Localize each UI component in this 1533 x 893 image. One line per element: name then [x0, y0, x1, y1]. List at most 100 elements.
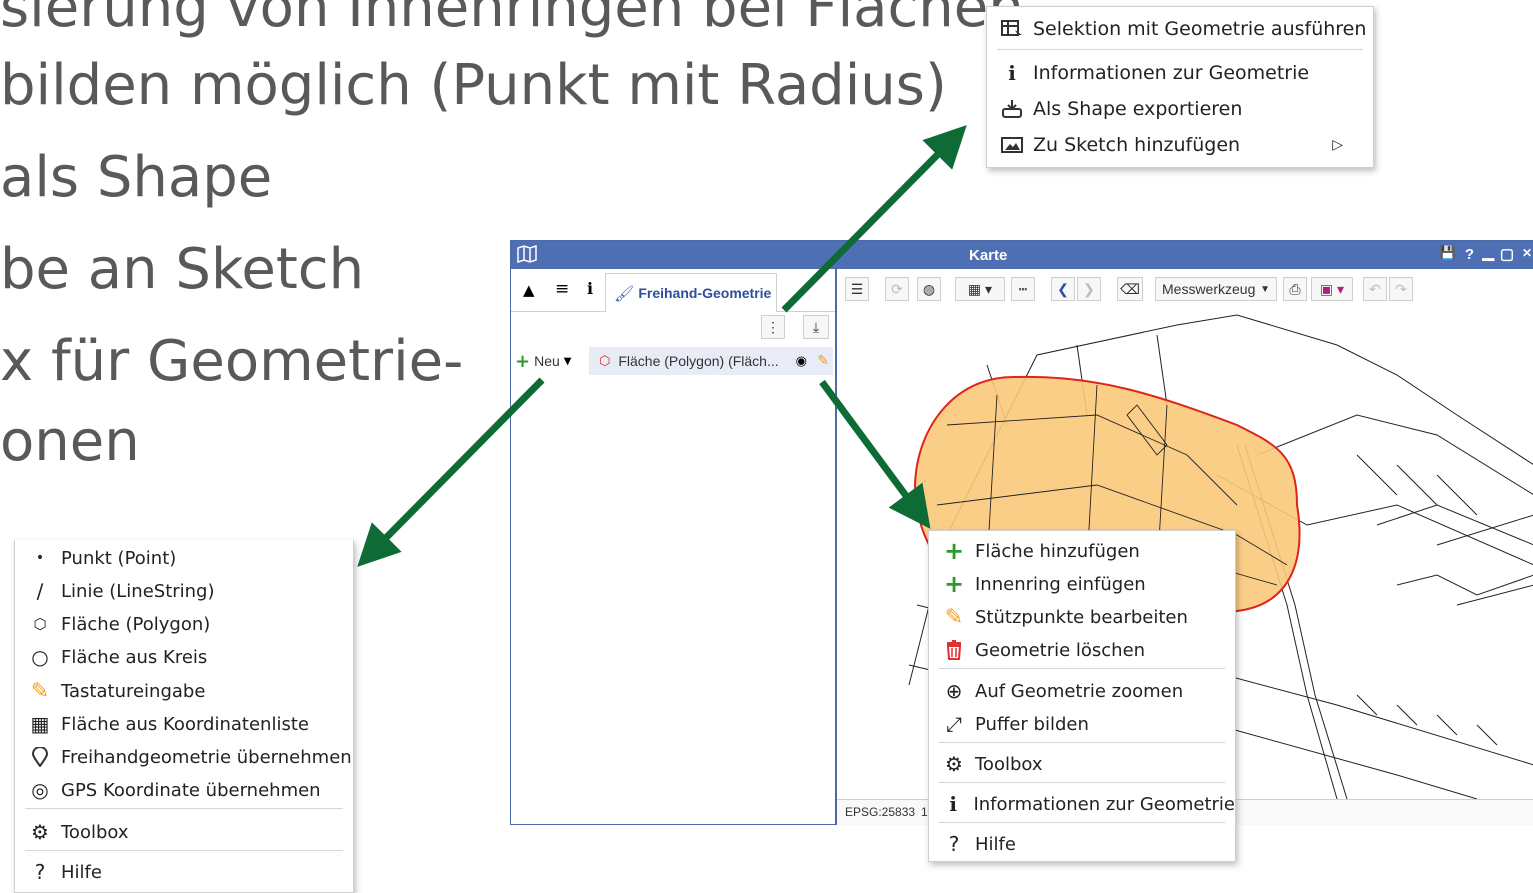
- layer-item-label: Fläche (Polygon) (Fläch...: [618, 353, 779, 369]
- eye-icon[interactable]: ◉: [796, 354, 807, 369]
- menu-item-selection-with-geometry[interactable]: Selektion mit Geometrie ausführen: [987, 13, 1373, 45]
- zoom-in-icon: ⊕: [945, 679, 963, 703]
- menu-item-label: GPS Koordinate übernehmen: [61, 779, 321, 801]
- table-icon: ▦: [30, 712, 50, 736]
- menu-item-point[interactable]: • Punkt (Point): [15, 542, 353, 574]
- gps-icon: ◎: [31, 778, 49, 802]
- menu-item-delete-geometry[interactable]: Geometrie löschen: [929, 634, 1235, 666]
- select-table-button[interactable]: ▦ ▾: [955, 277, 1005, 301]
- plus-icon: +: [943, 570, 965, 598]
- layers-list-button[interactable]: ☰: [845, 277, 869, 301]
- menu-item-coordinate-list[interactable]: ▦ Fläche aus Koordinatenliste: [15, 708, 353, 740]
- info-icon: i: [1008, 61, 1016, 85]
- tab-freehand-geometry[interactable]: 🖌 Freihand-Geometrie: [605, 273, 777, 312]
- info-icon[interactable]: i: [587, 279, 593, 298]
- menu-item-toolbox[interactable]: ⚙ Toolbox: [929, 748, 1235, 780]
- print-button[interactable]: ⎙: [1283, 277, 1307, 301]
- left-panel: ▲ ≡ i 🖌 Freihand-Geometrie ⋮ ⤓ + Neu ▼ ⬡…: [511, 269, 837, 824]
- plus-icon: +: [515, 350, 531, 372]
- menu-item-label: Fläche aus Koordinatenliste: [61, 713, 309, 735]
- menu-item-circle-area[interactable]: ○ Fläche aus Kreis: [15, 641, 353, 673]
- close-icon[interactable]: ✕: [1522, 246, 1532, 260]
- list-icon[interactable]: ≡: [555, 279, 569, 299]
- minimize-icon[interactable]: ▁: [1482, 243, 1494, 261]
- menu-item-zoom-to-geometry[interactable]: ⊕ Auf Geometrie zoomen: [929, 675, 1235, 707]
- panel-tabs: ▲ ≡ i 🖌 Freihand-Geometrie: [511, 269, 835, 312]
- menu-item-polygon[interactable]: ⬡ Fläche (Polygon): [15, 608, 353, 640]
- download-button[interactable]: ⤓: [803, 315, 829, 339]
- title-bar: Karte 💾 ? ▁ ▢ ✕: [511, 241, 1533, 269]
- new-geometry-button[interactable]: + Neu ▼: [515, 349, 571, 373]
- trash-icon: [939, 640, 969, 660]
- menu-item-keyboard-input[interactable]: ✎ Tastatureingabe: [15, 675, 353, 707]
- menu-item-gps-coordinate[interactable]: ◎ GPS Koordinate übernehmen: [15, 774, 353, 806]
- line-dash-button[interactable]: ┅: [1011, 277, 1035, 301]
- menu-item-geometry-info[interactable]: i Informationen zur Geometrie: [929, 788, 1235, 820]
- line-icon: ∕: [36, 579, 44, 603]
- layer-item-polygon[interactable]: ⬡ Fläche (Polygon) (Fläch... ◉ ✎: [589, 347, 833, 375]
- save-window-icon[interactable]: 💾: [1440, 245, 1456, 261]
- plus-icon: +: [943, 537, 965, 565]
- eraser-button[interactable]: ⌫: [1117, 277, 1143, 301]
- menu-item-label: Fläche (Polygon): [61, 613, 211, 635]
- menu-item-label: Zu Sketch hinzufügen: [1033, 134, 1241, 156]
- slide-bullet-2: bilden möglich (Punkt mit Radius): [0, 53, 947, 118]
- measure-tool-select[interactable]: Messwerkzeug ▼: [1155, 277, 1277, 301]
- menu-item-help[interactable]: ? Hilfe: [929, 828, 1235, 860]
- maximize-icon[interactable]: ▢: [1500, 245, 1514, 263]
- menu-item-freehand-geometry[interactable]: Freihandgeometrie übernehmen: [15, 741, 353, 773]
- slide-bullet-5: x für Geometrie-: [0, 329, 464, 394]
- menu-item-buffer[interactable]: ⤢ Puffer bilden: [929, 708, 1235, 740]
- redo-button[interactable]: ↷: [1389, 277, 1413, 301]
- submenu-arrow-icon: ▷: [1332, 137, 1343, 153]
- expand-icon: ⤢: [946, 712, 962, 736]
- slide-bullet-4: be an Sketch: [0, 237, 365, 302]
- undo-button[interactable]: ↶: [1363, 277, 1387, 301]
- top-context-menu: Selektion mit Geometrie ausführen i Info…: [986, 6, 1374, 168]
- scale-label: 1: [921, 805, 928, 819]
- menu-item-toolbox[interactable]: ⚙ Toolbox: [15, 816, 353, 848]
- forward-button[interactable]: ❯: [1077, 277, 1101, 301]
- globe-button[interactable]: ◍: [917, 277, 941, 301]
- menu-item-help[interactable]: ? Hilfe: [15, 856, 353, 888]
- info-icon: i: [949, 792, 958, 816]
- map-pin-icon: [25, 747, 55, 767]
- menu-item-label: Linie (LineString): [61, 580, 215, 602]
- layer-row: + Neu ▼ ⬡ Fläche (Polygon) (Fläch... ◉ ✎: [511, 347, 835, 375]
- menu-item-label: Freihandgeometrie übernehmen: [61, 746, 352, 768]
- menu-item-label: Hilfe: [975, 833, 1016, 855]
- more-options-button[interactable]: ⋮: [761, 315, 785, 339]
- slide-bullet-6: onen: [0, 409, 140, 474]
- back-button[interactable]: ❮: [1051, 277, 1075, 301]
- menu-item-label: Punkt (Point): [61, 547, 177, 569]
- save-map-button[interactable]: ▣ ▾: [1311, 277, 1353, 301]
- menu-item-linestring[interactable]: ∕ Linie (LineString): [15, 575, 353, 607]
- polygon-icon: ⬡: [599, 353, 611, 369]
- window-title: Karte: [969, 247, 1008, 264]
- gears-icon: ⚙: [945, 752, 963, 776]
- menu-item-label: Geometrie löschen: [975, 639, 1146, 661]
- menu-item-label: Selektion mit Geometrie ausführen: [1033, 18, 1367, 40]
- export-shape-icon: [997, 99, 1027, 119]
- menu-item-geometry-info[interactable]: i Informationen zur Geometrie: [987, 57, 1373, 89]
- menu-item-edit-vertices[interactable]: ✎ Stützpunkte bearbeiten: [929, 601, 1235, 633]
- brush-icon: 🖌: [614, 283, 635, 303]
- circle-icon: ○: [31, 645, 49, 669]
- polygon-icon: ⬡: [33, 615, 47, 633]
- help-window-icon[interactable]: ?: [1465, 246, 1474, 263]
- menu-item-insert-inner-ring[interactable]: + Innenring einfügen: [929, 568, 1235, 600]
- pencil-icon[interactable]: ✎: [817, 353, 829, 369]
- menu-item-export-shape[interactable]: Als Shape exportieren: [987, 93, 1373, 125]
- chevron-down-icon: ▼: [1260, 283, 1270, 295]
- geometry-context-menu: + Fläche hinzufügen + Innenring einfügen…: [928, 530, 1236, 862]
- menu-item-label: Innenring einfügen: [975, 573, 1146, 595]
- new-geometry-menu: • Punkt (Point) ∕ Linie (LineString) ⬡ F…: [14, 540, 354, 893]
- menu-item-label: Informationen zur Geometrie: [1033, 62, 1310, 84]
- tree-icon[interactable]: ▲: [523, 281, 535, 299]
- refresh-button[interactable]: ⟳: [885, 277, 909, 301]
- pencil-icon: ✎: [30, 678, 50, 704]
- menu-item-add-to-sketch[interactable]: Zu Sketch hinzufügen ▷: [987, 129, 1373, 161]
- measure-tool-label: Messwerkzeug: [1162, 281, 1256, 297]
- menu-item-label: Tastatureingabe: [61, 680, 206, 702]
- menu-item-add-area[interactable]: + Fläche hinzufügen: [929, 535, 1235, 567]
